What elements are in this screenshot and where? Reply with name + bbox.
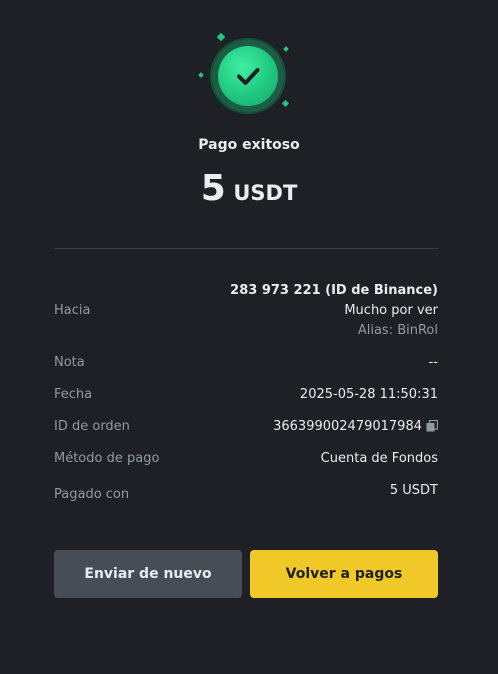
- date-label: Fecha: [54, 387, 93, 402]
- order-id-value-wrap: 366399002479017984: [273, 419, 439, 434]
- recipient-id: 283 973 221 (ID de Binance): [230, 283, 438, 298]
- detail-row-paid-with: Pagado con 5 USDT: [54, 483, 438, 507]
- detail-row-date: Fecha 2025-05-28 11:50:31: [54, 387, 438, 405]
- order-id-value: 366399002479017984: [273, 419, 422, 434]
- paid-with-value: 5 USDT: [389, 483, 438, 498]
- amount-value: 5: [200, 168, 226, 209]
- sparkle-icon: [281, 99, 290, 108]
- recipient-label: Hacia: [54, 303, 91, 318]
- note-label: Nota: [54, 355, 85, 370]
- send-again-button[interactable]: Enviar de nuevo: [54, 550, 242, 598]
- detail-row-payment-method: Método de pago Cuenta de Fondos: [54, 451, 438, 469]
- sparkle-icon: [283, 46, 289, 52]
- divider: [54, 248, 438, 249]
- recipient-alias: Alias: BinRol: [357, 323, 438, 338]
- sparkle-icon: [216, 32, 226, 42]
- copy-icon[interactable]: [426, 419, 439, 432]
- detail-row-recipient: Hacia 283 973 221 (ID de Binance) Mucho …: [54, 283, 438, 343]
- date-value: 2025-05-28 11:50:31: [299, 387, 438, 402]
- amount-unit: USDT: [233, 181, 298, 205]
- payment-method-value: Cuenta de Fondos: [320, 451, 438, 466]
- note-value: --: [428, 355, 438, 370]
- order-id-label: ID de orden: [54, 419, 130, 434]
- check-circle-icon: [218, 46, 278, 106]
- back-to-payments-button[interactable]: Volver a pagos: [250, 550, 438, 598]
- sparkle-icon: [198, 72, 204, 78]
- detail-row-note: Nota --: [54, 355, 438, 373]
- paid-with-label: Pagado con: [54, 487, 130, 502]
- detail-row-order-id: ID de orden 366399002479017984: [54, 419, 439, 437]
- payment-amount: 5 USDT: [0, 168, 498, 209]
- success-header: Pago exitoso 5 USDT: [0, 0, 498, 240]
- payment-method-label: Método de pago: [54, 451, 160, 466]
- status-title: Pago exitoso: [198, 137, 300, 153]
- recipient-name: Mucho por ver: [344, 303, 438, 318]
- success-badge: [196, 28, 296, 116]
